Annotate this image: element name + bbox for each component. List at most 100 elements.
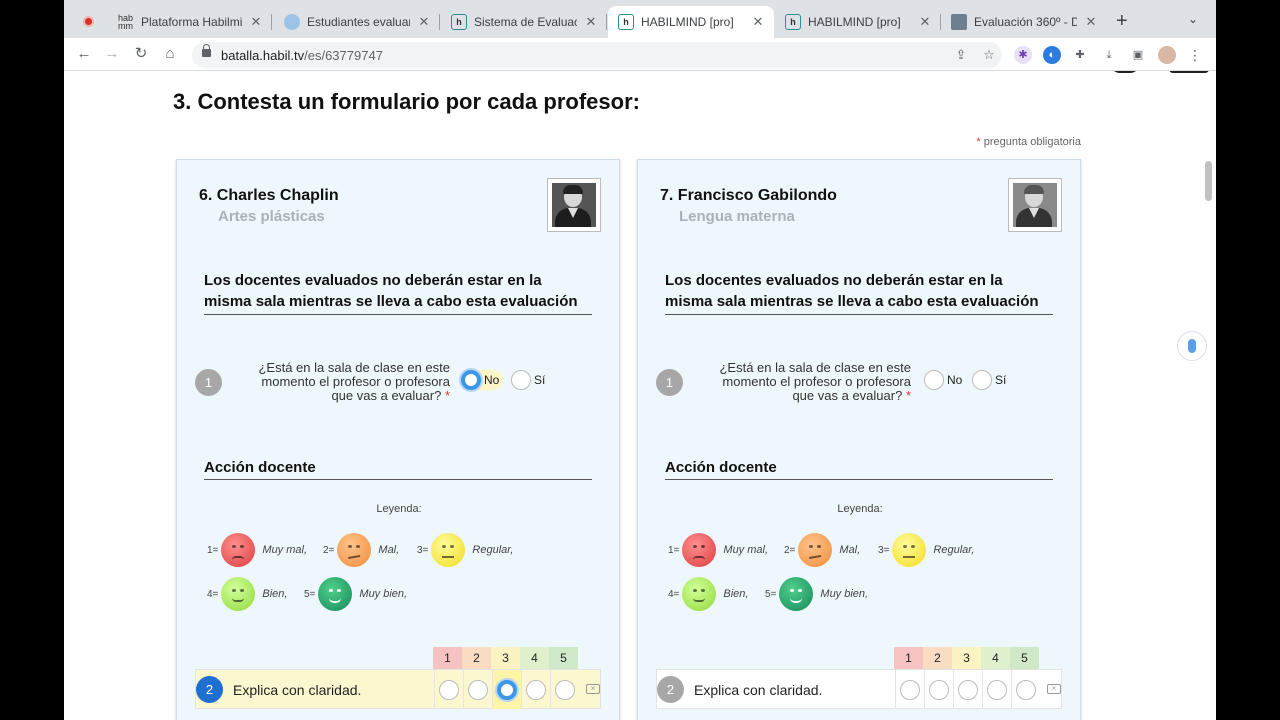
teacher-photo [547, 178, 601, 232]
legend-item-2: 2= Mal, [323, 533, 399, 567]
rating-cell-5[interactable] [550, 670, 579, 709]
tab-plataforma-habilmind[interactable]: hab mm Plataforma Habilmind ✕ [108, 6, 272, 38]
radio-button[interactable] [468, 679, 488, 700]
url-text: batalla.habil.tv/es/63779747 [221, 48, 383, 63]
new-tab-button[interactable]: + [1116, 10, 1128, 33]
section-title: 3. Contesta un formulario por cada profe… [173, 89, 640, 114]
radio-button[interactable] [929, 679, 949, 700]
legend-key: 4= [668, 588, 680, 600]
rating-cell-5[interactable] [1011, 670, 1040, 709]
radio-button[interactable] [555, 679, 575, 700]
url-path: /es/63779747 [304, 48, 383, 63]
close-icon[interactable]: ✕ [416, 14, 432, 30]
menu-kebab-icon[interactable]: ⋮ [1186, 46, 1204, 64]
legend-label: Mal, [378, 544, 400, 556]
close-icon[interactable]: ✕ [917, 14, 933, 30]
radio-button[interactable] [497, 679, 517, 700]
tab-title: Estudiantes evaluand [307, 15, 410, 29]
back-arrow-icon[interactable]: ← [74, 44, 94, 64]
extension-compass-icon[interactable]: ◐ [1043, 46, 1061, 64]
header-peek-decoration [1110, 71, 1140, 73]
scale-header-5: 5 [549, 647, 578, 669]
share-icon[interactable]: ⇪ [952, 47, 970, 65]
teacher-form-card: 7. Francisco Gabilondo Lengua materna Lo… [637, 159, 1081, 720]
question-text: ¿Está en la sala de clase en este moment… [718, 361, 911, 403]
question-text: Explica con claridad. [233, 682, 362, 698]
close-icon[interactable]: ✕ [750, 14, 766, 30]
tab-habilmind-pro-active[interactable]: h HABILMIND [pro] ✕ [608, 6, 774, 38]
scale-header-3: 3 [491, 647, 520, 669]
legend-item-5: 5= Muy bien, [304, 577, 407, 611]
extension-badge-icon[interactable]: ✱ [1014, 46, 1032, 64]
notice-text: Los docentes evaluados no deberán estar … [665, 270, 1053, 315]
radio-button[interactable] [526, 679, 546, 700]
legend-item-5: 5= Muy bien, [765, 577, 868, 611]
question-number: 1 [195, 369, 222, 396]
radio-button[interactable] [958, 679, 978, 700]
scale-header-4: 4 [981, 647, 1010, 669]
radio-button[interactable] [900, 679, 920, 700]
neutral-face-icon [892, 533, 927, 567]
radio-button[interactable] [987, 679, 1007, 700]
forward-arrow-icon[interactable]: → [102, 44, 122, 64]
legend-label: Muy bien, [359, 588, 408, 600]
sheet-icon [951, 14, 967, 30]
rating-cell-1[interactable] [895, 670, 924, 709]
option-si[interactable]: Sí [972, 370, 1006, 390]
profile-avatar[interactable] [1158, 46, 1176, 64]
reload-icon[interactable]: ↻ [131, 44, 151, 64]
home-icon[interactable]: ⌂ [160, 44, 180, 64]
puzzle-extensions-icon[interactable]: ✚ [1071, 46, 1089, 64]
tab-search-chevron-icon[interactable]: ⌄ [1188, 12, 1198, 26]
option-label: No [947, 373, 963, 387]
scrollbar-thumb[interactable] [1205, 161, 1212, 201]
sad-face-icon [798, 533, 833, 567]
option-no[interactable]: No [461, 370, 504, 390]
notice-text: Los docentes evaluados no deberán estar … [204, 270, 592, 315]
rating-cell-4[interactable] [521, 670, 550, 709]
record-icon[interactable] [83, 16, 94, 27]
radio-button[interactable] [461, 370, 481, 390]
radio-button[interactable] [1016, 679, 1036, 700]
globe-icon [284, 14, 300, 30]
download-icon[interactable]: ⤓ [1100, 46, 1118, 64]
scale-header-3: 3 [952, 647, 981, 669]
scale-header-2: 2 [462, 647, 491, 669]
lock-icon [202, 44, 211, 57]
legend-key: 2= [784, 544, 796, 556]
side-panel-icon[interactable]: ▣ [1129, 46, 1147, 64]
radio-button[interactable] [972, 370, 992, 390]
tab-evaluacion-360[interactable]: Evaluación 360º - Da ✕ [941, 6, 1107, 38]
happy-face-icon [221, 577, 256, 611]
address-bar[interactable]: batalla.habil.tv/es/63779747 ⇪ ☆ [192, 42, 1002, 68]
legend-key: 3= [878, 544, 890, 556]
legend-item-3: 3= Regular, [878, 533, 974, 567]
radio-button[interactable] [924, 370, 944, 390]
rating-cell-2[interactable] [463, 670, 492, 709]
close-icon[interactable]: ✕ [1083, 14, 1099, 30]
clear-answer-icon[interactable]: × [586, 684, 600, 694]
scale-header-1: 1 [894, 647, 923, 669]
tab-habilmind-pro[interactable]: h HABILMIND [pro] ✕ [775, 6, 941, 38]
radio-button[interactable] [439, 679, 459, 700]
rating-cell-4[interactable] [982, 670, 1011, 709]
microphone-icon[interactable] [1177, 331, 1207, 361]
rating-cell-3[interactable] [953, 670, 982, 709]
tab-estudiantes[interactable]: Estudiantes evaluand ✕ [274, 6, 440, 38]
bookmark-star-icon[interactable]: ☆ [980, 47, 998, 65]
rating-cell-3[interactable] [492, 670, 521, 709]
radio-button[interactable] [511, 370, 531, 390]
option-label: No [484, 373, 500, 387]
close-icon[interactable]: ✕ [583, 14, 599, 30]
option-label: Sí [995, 373, 1007, 387]
question-text: ¿Está en la sala de clase en este moment… [257, 361, 450, 403]
option-si[interactable]: Sí [511, 370, 545, 390]
legend-label: Muy bien, [820, 588, 869, 600]
rating-cell-1[interactable] [434, 670, 463, 709]
rating-cell-2[interactable] [924, 670, 953, 709]
tab-sistema-evaluacion[interactable]: h Sistema de Evaluació ✕ [441, 6, 607, 38]
clear-answer-icon[interactable]: × [1047, 684, 1061, 694]
question-row: 2 Explica con claridad. × [656, 669, 1062, 709]
close-icon[interactable]: ✕ [248, 14, 264, 30]
option-no[interactable]: No [924, 370, 962, 390]
